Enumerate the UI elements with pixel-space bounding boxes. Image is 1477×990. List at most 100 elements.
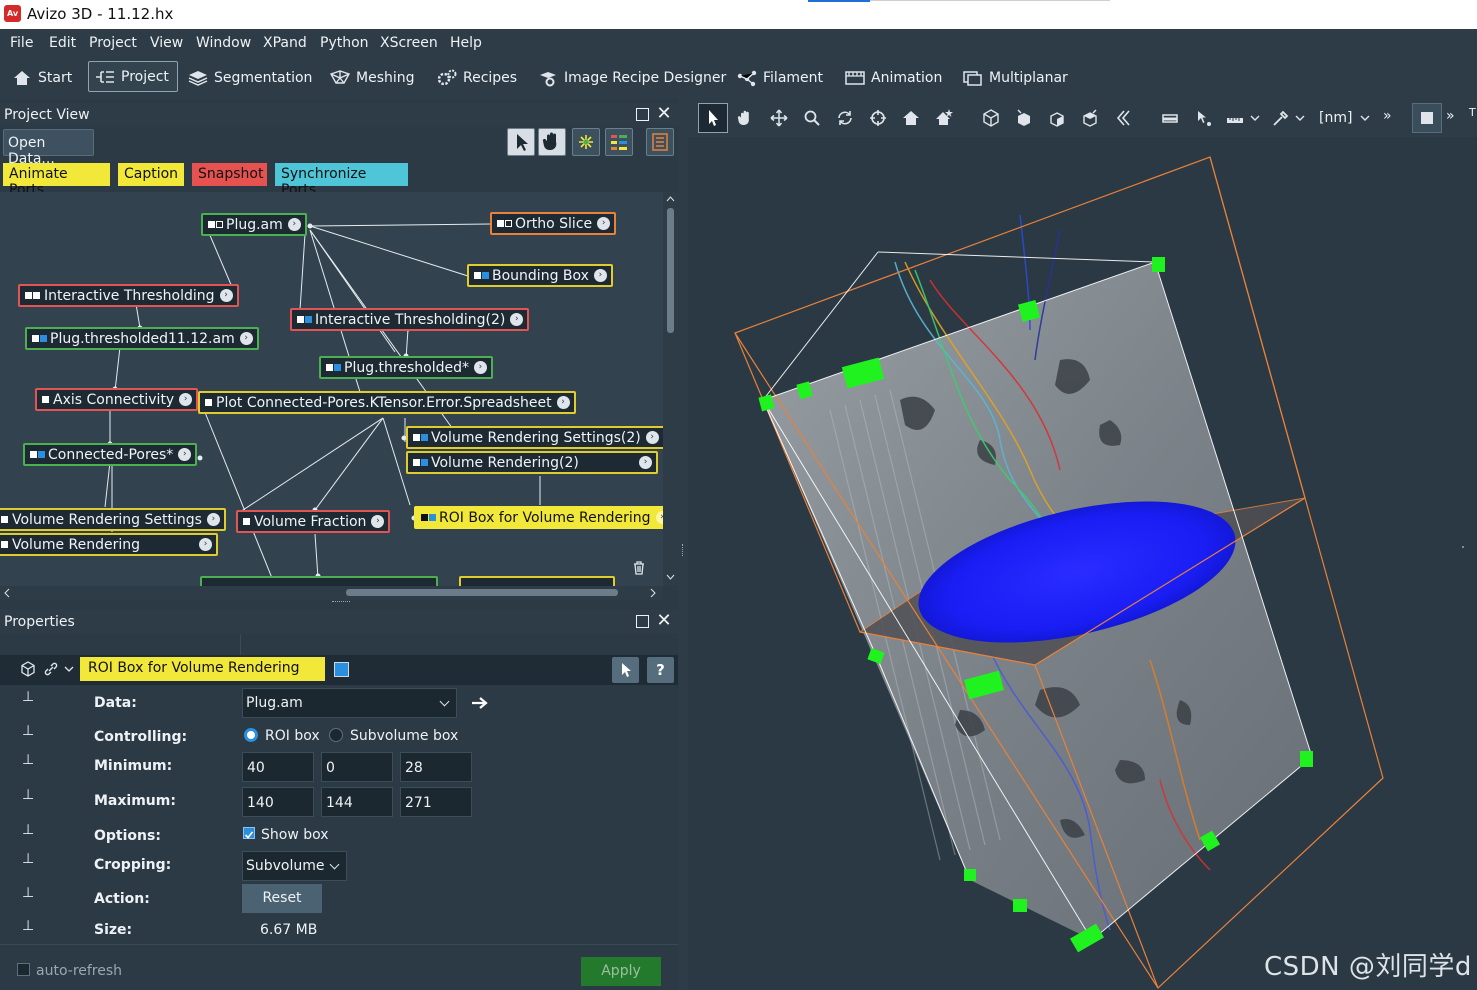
node-ortho-slice[interactable]: Ortho Slice › [490, 212, 617, 235]
arrow-right-icon[interactable]: › [556, 396, 570, 409]
rotate-icon[interactable] [834, 107, 856, 129]
viewer-layout-button[interactable] [1412, 103, 1442, 133]
arrow-right-icon[interactable]: › [287, 218, 301, 231]
pin-icon[interactable]: ⊥ [22, 822, 34, 838]
panel-resize-grip[interactable] [332, 601, 350, 604]
module-cube-icon[interactable] [20, 661, 36, 677]
node-interactive-thresholding[interactable]: Interactive Thresholding › [18, 284, 239, 307]
arrow-right-icon[interactable]: › [371, 515, 385, 528]
link-icon[interactable] [43, 661, 59, 677]
maximum-z-input[interactable]: 271 [400, 787, 472, 817]
auto-refresh-checkbox[interactable] [17, 963, 30, 976]
menu-window[interactable]: Window [196, 35, 251, 51]
menu-python[interactable]: Python [320, 35, 369, 51]
color-picker-icon[interactable] [1270, 107, 1292, 129]
main-splitter[interactable] [678, 99, 688, 990]
arrow-right-icon[interactable]: › [199, 538, 212, 551]
translate-icon[interactable] [768, 107, 790, 129]
node-volume-rendering-settings[interactable]: Volume Rendering Settings › [0, 508, 226, 531]
volume-rendering-scene[interactable] [688, 137, 1477, 990]
image-recipe-designer-button[interactable]: Image Recipe Designer [538, 62, 726, 94]
maximum-x-input[interactable]: 140 [242, 787, 314, 817]
start-button[interactable]: Start [12, 62, 72, 94]
node-plug-thresholded-1112[interactable]: Plug.thresholded11.12.am › [25, 327, 259, 350]
module-color-swatch[interactable] [334, 662, 349, 677]
maximum-y-input[interactable]: 144 [321, 787, 393, 817]
arrow-right-icon[interactable]: › [597, 217, 611, 230]
perspective-icon[interactable] [980, 107, 1002, 129]
pin-icon[interactable]: ⊥ [22, 851, 34, 867]
vertical-scroll-thumb[interactable] [667, 208, 674, 333]
node-plot-spreadsheet[interactable]: Plot Connected-Pores.KTensor.Error.Sprea… [198, 391, 576, 414]
graph-vertical-scrollbar[interactable] [663, 192, 678, 586]
segmentation-button[interactable]: Segmentation [188, 62, 312, 94]
layout-button[interactable] [605, 128, 633, 156]
menu-help[interactable]: Help [450, 35, 482, 51]
view-front-icon[interactable] [1013, 107, 1035, 129]
caption-button[interactable]: Caption [118, 163, 184, 186]
apply-button[interactable]: Apply [581, 957, 661, 986]
home-icon[interactable] [900, 107, 922, 129]
menu-view[interactable]: View [150, 35, 183, 51]
unit-select[interactable]: [nm] [1319, 110, 1352, 126]
arrow-right-icon[interactable]: › [593, 269, 607, 282]
selected-module-name[interactable]: ROI Box for Volume Rendering [80, 657, 325, 681]
cropping-select[interactable]: Subvolume [242, 851, 347, 881]
node-axis-connectivity[interactable]: Axis Connectivity › [35, 388, 199, 411]
multiplanar-button[interactable]: Multiplanar [963, 62, 1068, 94]
project-button[interactable]: Project [88, 61, 178, 92]
pan-mode-button[interactable] [538, 128, 566, 156]
arrow-right-icon[interactable]: › [645, 431, 659, 444]
trash-icon[interactable] [631, 560, 647, 576]
menu-xpand[interactable]: XPand [263, 35, 307, 51]
open-data-button[interactable]: Open Data... [3, 129, 94, 167]
view-back-icon[interactable] [1112, 107, 1134, 129]
node-connected-pores[interactable]: Connected-Pores* › [23, 443, 198, 466]
3d-viewer[interactable] [688, 137, 1477, 990]
properties-float-icon[interactable] [636, 615, 649, 628]
view-side-icon[interactable] [1046, 107, 1068, 129]
seek-icon[interactable] [867, 107, 889, 129]
animation-button[interactable]: Animation [845, 62, 942, 94]
filament-button[interactable]: Filament [737, 62, 823, 94]
animate-ports-button[interactable]: Animate Ports [3, 163, 110, 198]
minimum-y-input[interactable]: 0 [321, 752, 393, 782]
pin-icon[interactable]: ⊥ [22, 787, 34, 803]
node-volume-rendering-settings-2[interactable]: Volume Rendering Settings(2) › [406, 426, 663, 449]
view-top-icon[interactable] [1079, 107, 1101, 129]
pin-icon[interactable]: ⊥ [22, 723, 34, 739]
select-mode-button[interactable] [507, 128, 535, 156]
scroll-right-icon[interactable] [649, 588, 657, 598]
node-roi-box[interactable]: ROI Box for Volume Rendering › [414, 506, 663, 529]
pick-point-icon[interactable] [1192, 107, 1214, 129]
interact-mode-button[interactable] [698, 103, 728, 133]
node-plug-thresholded[interactable]: Plug.thresholded* › [319, 356, 493, 379]
minimum-z-input[interactable]: 28 [400, 752, 472, 782]
horizontal-scroll-thumb[interactable] [346, 589, 618, 596]
snapshot-button[interactable]: Snapshot [192, 163, 267, 186]
node-volume-rendering-2[interactable]: Volume Rendering(2) › [406, 451, 658, 474]
pin-icon[interactable]: ⊥ [22, 752, 34, 768]
menu-project[interactable]: Project [89, 35, 137, 51]
arrow-right-icon[interactable]: › [239, 332, 253, 345]
node-interactive-thresholding-2[interactable]: Interactive Thresholding(2) › [290, 308, 530, 331]
data-select[interactable]: Plug.am [242, 688, 457, 718]
roi-box-radio[interactable] [244, 728, 258, 742]
arrow-right-icon[interactable]: › [219, 289, 233, 302]
pin-icon[interactable]: ⊥ [22, 885, 34, 901]
project-graph[interactable]: Plug.am › Ortho Slice › Bounding Box › I… [0, 192, 663, 586]
arrow-right-icon[interactable]: › [178, 448, 192, 461]
properties-close-icon[interactable]: ✕ [656, 612, 672, 630]
module-pointer-button[interactable] [612, 657, 639, 683]
chevron-down-icon[interactable] [1293, 107, 1307, 129]
node-volume-rendering[interactable]: Volume Rendering › [0, 533, 218, 556]
show-box-checkbox[interactable] [243, 827, 255, 839]
synchronize-ports-button[interactable]: Synchronize Ports [275, 163, 408, 198]
menu-xscreen[interactable]: XScreen [380, 35, 438, 51]
layout-overflow-button[interactable]: » [1446, 108, 1455, 124]
reset-button[interactable]: Reset [242, 884, 322, 913]
measure-ruler-icon[interactable] [1225, 107, 1247, 129]
auto-connect-button[interactable] [572, 128, 600, 156]
scroll-left-icon[interactable] [3, 588, 11, 598]
node-plug-am[interactable]: Plug.am › [201, 213, 307, 236]
